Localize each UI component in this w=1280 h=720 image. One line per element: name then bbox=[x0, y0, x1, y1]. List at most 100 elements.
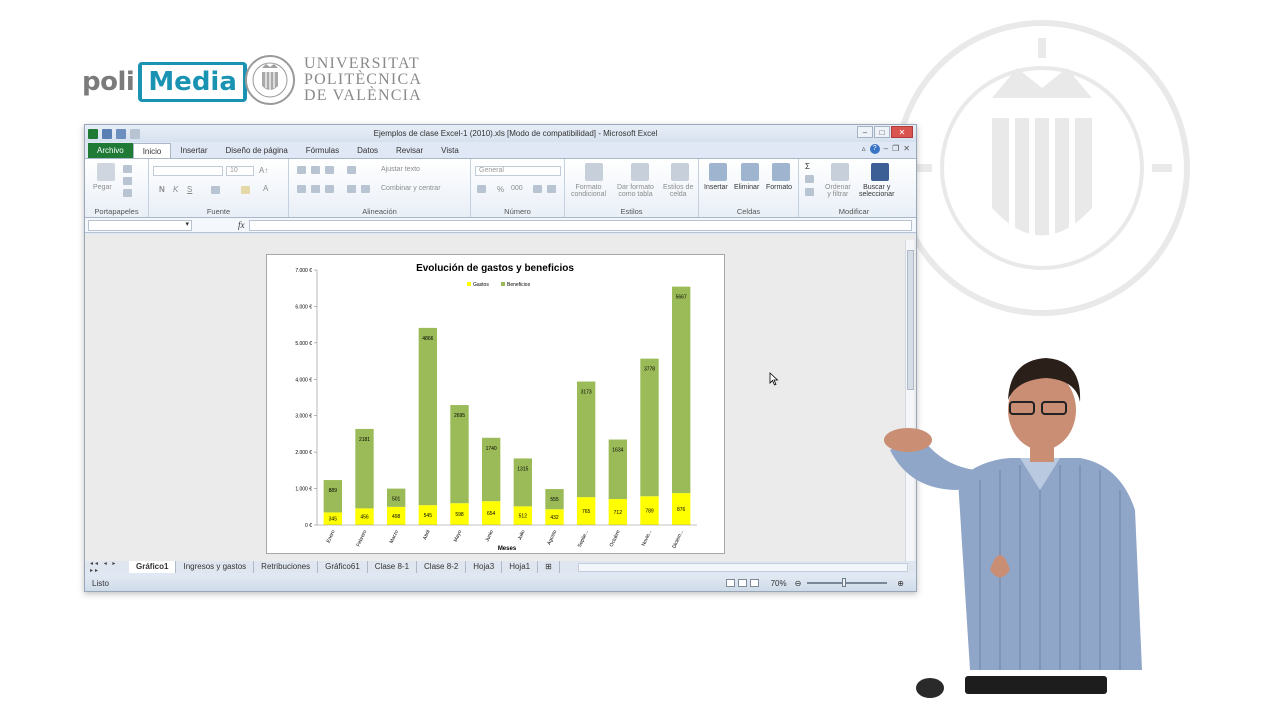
conditional-format-button[interactable]: Formato condicional bbox=[571, 184, 606, 198]
orientation-icon[interactable] bbox=[347, 166, 356, 174]
sheet-tab-hoja3[interactable]: Hoja3 bbox=[466, 561, 503, 573]
align-right-icon[interactable] bbox=[325, 185, 334, 193]
paste-button[interactable]: Pegar bbox=[93, 184, 112, 191]
percent-button[interactable]: % bbox=[497, 185, 504, 194]
redo-icon[interactable] bbox=[130, 128, 140, 139]
excel-app-icon[interactable] bbox=[88, 128, 98, 139]
y-tick-label: 0 € bbox=[305, 523, 312, 529]
format-painter-icon[interactable] bbox=[123, 189, 132, 197]
cell-styles-button[interactable]: Estilos de celda bbox=[663, 184, 693, 198]
borders-icon[interactable] bbox=[211, 186, 220, 194]
increase-indent-icon[interactable] bbox=[361, 185, 370, 193]
sort-filter-button[interactable]: Ordenar y filtrar bbox=[825, 184, 851, 198]
tab-insertar[interactable]: Insertar bbox=[171, 143, 216, 158]
sheet-tab-clase-8-1[interactable]: Clase 8-1 bbox=[368, 561, 418, 573]
format-table-label: como tabla bbox=[618, 191, 653, 198]
delete-cells-button[interactable]: Eliminar bbox=[734, 184, 759, 191]
conditional-format-icon[interactable] bbox=[585, 163, 603, 181]
copy-icon[interactable] bbox=[123, 177, 132, 185]
wrap-text-button[interactable]: Ajustar texto bbox=[381, 166, 420, 173]
zoom-level[interactable]: 70% bbox=[771, 579, 787, 588]
format-table-button[interactable]: Dar formato como tabla bbox=[617, 184, 654, 198]
increase-decimal-icon[interactable] bbox=[533, 185, 542, 193]
bold-button[interactable]: N bbox=[159, 185, 165, 194]
sheet-tab-clase-8-2[interactable]: Clase 8-2 bbox=[417, 561, 467, 573]
sheet-tab-ingresos-gastos[interactable]: Ingresos y gastos bbox=[176, 561, 255, 573]
page-layout-view-icon[interactable] bbox=[737, 579, 747, 587]
fill-icon[interactable] bbox=[805, 175, 814, 183]
sheet-tab-hoja1[interactable]: Hoja1 bbox=[502, 561, 539, 573]
tab-inicio[interactable]: Inicio bbox=[132, 143, 172, 158]
font-size-select[interactable]: 10 bbox=[226, 166, 254, 176]
cut-icon[interactable] bbox=[123, 165, 132, 173]
cell-styles-icon[interactable] bbox=[671, 163, 689, 181]
align-bottom-icon[interactable] bbox=[325, 166, 334, 174]
page-break-view-icon[interactable] bbox=[749, 579, 759, 587]
align-top-icon[interactable] bbox=[297, 166, 306, 174]
thousands-button[interactable]: 000 bbox=[511, 185, 523, 192]
font-color-icon[interactable]: A bbox=[263, 184, 268, 193]
doc-close-icon[interactable]: ✕ bbox=[903, 144, 910, 154]
doc-restore-icon[interactable]: ❐ bbox=[892, 144, 899, 154]
mouse-icon bbox=[916, 678, 944, 698]
grow-font-icon[interactable]: A↑ bbox=[259, 166, 268, 175]
currency-icon[interactable] bbox=[477, 185, 486, 193]
delete-cells-icon[interactable] bbox=[741, 163, 759, 181]
tab-diseno-pagina[interactable]: Diseño de página bbox=[217, 143, 297, 158]
autosum-icon[interactable]: Σ bbox=[805, 162, 810, 171]
formula-input[interactable] bbox=[249, 220, 912, 231]
sheet-tab-grafico1[interactable]: Gráfico1 bbox=[129, 561, 177, 573]
tab-datos[interactable]: Datos bbox=[348, 143, 387, 158]
clear-icon[interactable] bbox=[805, 188, 814, 196]
paste-icon[interactable] bbox=[97, 163, 115, 181]
zoom-slider-knob[interactable] bbox=[842, 578, 847, 587]
decrease-decimal-icon[interactable] bbox=[547, 185, 556, 193]
sheet-tab-grafico61[interactable]: Gráfico61 bbox=[318, 561, 368, 573]
sheet-nav-arrows[interactable]: ◂◂ ◂ ▸ ▸▸ bbox=[85, 560, 129, 574]
format-cells-button[interactable]: Formato bbox=[766, 184, 792, 191]
decrease-indent-icon[interactable] bbox=[347, 185, 356, 193]
align-middle-icon[interactable] bbox=[311, 166, 320, 174]
format-cells-icon[interactable] bbox=[772, 163, 790, 181]
insert-cells-icon[interactable] bbox=[709, 163, 727, 181]
align-center-icon[interactable] bbox=[311, 185, 320, 193]
ribbon-minimize-icon[interactable]: ▵ bbox=[862, 144, 866, 154]
chevron-down-icon[interactable]: ▾ bbox=[185, 220, 189, 228]
name-box[interactable]: ▾ bbox=[88, 219, 192, 231]
close-button[interactable]: ✕ bbox=[891, 126, 913, 138]
bar-segment bbox=[576, 381, 596, 498]
sheet-tab-retribuciones[interactable]: Retribuciones bbox=[254, 561, 319, 573]
maximize-button[interactable]: □ bbox=[874, 126, 890, 138]
data-label: 4866 bbox=[422, 336, 433, 342]
insert-cells-button[interactable]: Insertar bbox=[704, 184, 728, 191]
data-label: 512 bbox=[519, 514, 528, 520]
minimize-button[interactable]: – bbox=[857, 126, 873, 138]
zoom-out-icon[interactable]: ⊖ bbox=[795, 579, 802, 588]
fill-color-icon[interactable] bbox=[241, 186, 250, 194]
sort-filter-icon[interactable] bbox=[831, 163, 849, 181]
find-select-button[interactable]: Buscar y seleccionar bbox=[859, 184, 894, 198]
save-icon[interactable] bbox=[102, 128, 112, 139]
upv-seal-icon bbox=[245, 55, 295, 105]
tab-archivo[interactable]: Archivo bbox=[88, 143, 133, 158]
merge-center-button[interactable]: Combinar y centrar bbox=[381, 185, 441, 192]
insert-sheet-icon[interactable]: ⊞ bbox=[538, 561, 560, 573]
tab-formulas[interactable]: Fórmulas bbox=[297, 143, 348, 158]
chart[interactable]: Evolución de gastos y beneficios Gastos B… bbox=[266, 254, 725, 554]
help-icon[interactable]: ? bbox=[869, 144, 880, 154]
tab-revisar[interactable]: Revisar bbox=[387, 143, 432, 158]
normal-view-icon[interactable] bbox=[725, 579, 735, 587]
align-left-icon[interactable] bbox=[297, 185, 306, 193]
insert-function-icon[interactable]: fx bbox=[238, 220, 245, 230]
find-select-label: seleccionar bbox=[859, 191, 895, 198]
y-tick-label: 3.000 € bbox=[295, 414, 312, 420]
find-select-icon[interactable] bbox=[871, 163, 889, 181]
format-table-icon[interactable] bbox=[631, 163, 649, 181]
font-name-select[interactable] bbox=[153, 166, 223, 176]
doc-minimize-icon[interactable]: – bbox=[884, 144, 888, 154]
undo-icon[interactable] bbox=[116, 128, 126, 139]
underline-button[interactable]: S bbox=[187, 185, 192, 194]
number-format-select[interactable]: General bbox=[475, 166, 561, 176]
italic-button[interactable]: K bbox=[173, 185, 178, 194]
tab-vista[interactable]: Vista bbox=[432, 143, 468, 158]
